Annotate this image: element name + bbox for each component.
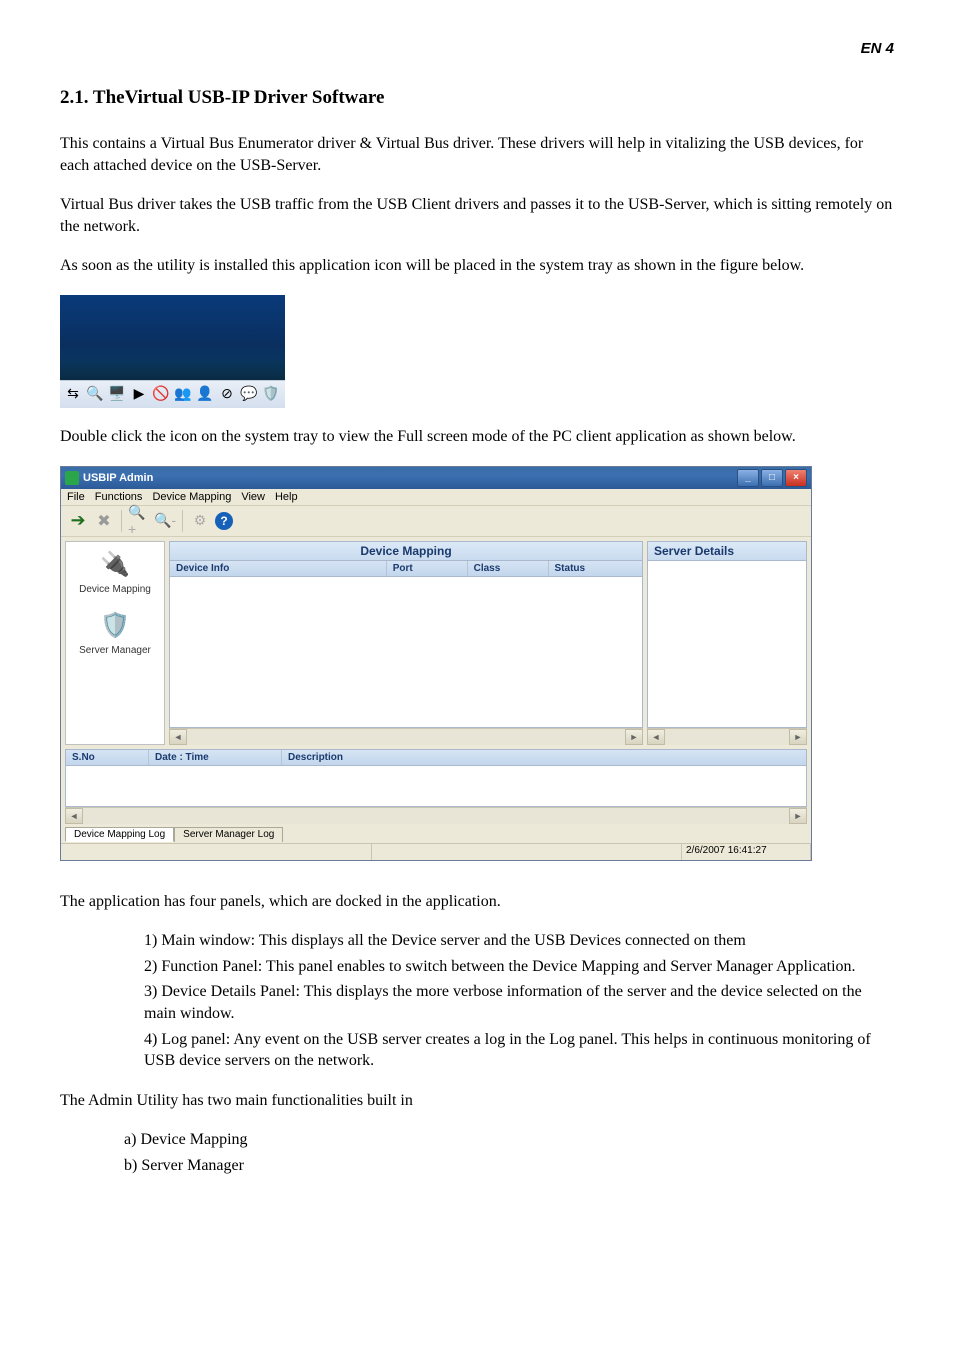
list-item: Log panel: Any event on the USB server c… <box>140 1029 894 1072</box>
status-timestamp: 2/6/2007 16:41:27 <box>682 844 811 860</box>
minimize-button[interactable]: _ <box>737 469 759 487</box>
col-header-device-info[interactable]: Device Info <box>170 561 387 576</box>
device-list <box>169 577 643 728</box>
menu-file[interactable]: File <box>67 491 85 503</box>
system-tray: ⇆ 🔍 🖥️ ▶ 🚫 👥 👤 ⊘ 💬 🛡️ <box>60 380 285 408</box>
list-item: Device Details Panel: This displays the … <box>140 981 894 1024</box>
statusbar: 2/6/2007 16:41:27 <box>61 843 811 860</box>
scroll-right-icon[interactable]: ► <box>625 729 643 745</box>
list-item: Server Manager <box>120 1155 894 1177</box>
app-window: USBIP Admin _ □ × File Functions Device … <box>60 466 812 861</box>
h-scrollbar[interactable]: ◄ ► <box>65 807 807 824</box>
log-headers: S.No Date : Time Description <box>65 749 807 766</box>
body-paragraph: This contains a Virtual Bus Enumerator d… <box>60 133 894 176</box>
list-item: Device Mapping <box>120 1129 894 1151</box>
tray-icon: 👤 <box>196 385 214 403</box>
tray-icon: 🚫 <box>152 385 170 403</box>
function-item-device-mapping[interactable]: 🔌 Device Mapping <box>68 548 162 595</box>
body-paragraph: Double click the icon on the system tray… <box>60 426 894 448</box>
tab-device-mapping-log[interactable]: Device Mapping Log <box>65 827 174 842</box>
tray-icon: 🔍 <box>86 385 104 403</box>
log-panel: S.No Date : Time Description ◄ ► Device … <box>65 749 807 841</box>
body-paragraph: The application has four panels, which a… <box>60 891 894 913</box>
body-paragraph: As soon as the utility is installed this… <box>60 255 894 277</box>
list-item: Main window: This displays all the Devic… <box>140 930 894 952</box>
body-paragraph: The Admin Utility has two main functiona… <box>60 1090 894 1112</box>
main-panel: Device Mapping Device Info Port Class St… <box>169 541 643 745</box>
tray-icon: ⇆ <box>64 385 82 403</box>
function-item-server-manager[interactable]: 🛡️ Server Manager <box>68 609 162 656</box>
app-icon <box>65 471 79 485</box>
toolbar-button[interactable]: 🔍+ <box>128 510 150 532</box>
list-item: Function Panel: This panel enables to sw… <box>140 956 894 978</box>
tray-icon: 🛡️ <box>262 385 280 403</box>
menu-help[interactable]: Help <box>275 491 298 503</box>
tray-icon: 👥 <box>174 385 192 403</box>
col-header-port[interactable]: Port <box>387 561 468 576</box>
menu-view[interactable]: View <box>241 491 265 503</box>
function-label: Device Mapping <box>68 584 162 595</box>
window-title: USBIP Admin <box>83 472 737 484</box>
scroll-left-icon[interactable]: ◄ <box>169 729 187 745</box>
disconnect-button[interactable]: ✖ <box>93 510 115 532</box>
col-header-status[interactable]: Status <box>549 561 642 576</box>
toolbar-button[interactable]: 🔍- <box>154 510 176 532</box>
panels-list: Main window: This displays all the Devic… <box>100 930 894 1072</box>
device-mapping-headers: Device Info Port Class Status <box>169 561 643 577</box>
body-paragraph: Virtual Bus driver takes the USB traffic… <box>60 194 894 237</box>
help-button[interactable]: ? <box>215 512 233 530</box>
scroll-right-icon[interactable]: ► <box>789 729 807 745</box>
menu-functions[interactable]: Functions <box>95 491 143 503</box>
tray-icon: ⊘ <box>218 385 236 403</box>
scroll-right-icon[interactable]: ► <box>789 808 807 824</box>
col-header-datetime[interactable]: Date : Time <box>149 750 282 765</box>
server-manager-icon: 🛡️ <box>96 609 134 643</box>
tab-server-manager-log[interactable]: Server Manager Log <box>174 827 283 842</box>
server-details-title: Server Details <box>647 541 807 561</box>
col-header-sno[interactable]: S.No <box>66 750 149 765</box>
page-number: EN 4 <box>60 40 894 57</box>
function-panel: 🔌 Device Mapping 🛡️ Server Manager <box>65 541 165 745</box>
function-label: Server Manager <box>68 645 162 656</box>
toolbar: ➔ ✖ 🔍+ 🔍- ⚙ ? <box>61 506 811 537</box>
menu-device-mapping[interactable]: Device Mapping <box>152 491 231 503</box>
log-tabs: Device Mapping Log Server Manager Log <box>65 826 807 841</box>
usbip-tray-icon: ▶ <box>130 385 148 403</box>
log-list <box>65 766 807 807</box>
functions-list: Device Mapping Server Manager <box>100 1129 894 1176</box>
systray-figure: ⇆ 🔍 🖥️ ▶ 🚫 👥 👤 ⊘ 💬 🛡️ <box>60 295 285 408</box>
tray-icon: 💬 <box>240 385 258 403</box>
server-details-body <box>647 561 807 728</box>
col-header-class[interactable]: Class <box>468 561 549 576</box>
desktop-wallpaper <box>60 295 285 380</box>
h-scrollbar[interactable]: ◄ ► <box>169 728 643 745</box>
col-header-description[interactable]: Description <box>282 750 806 765</box>
titlebar: USBIP Admin _ □ × <box>61 467 811 489</box>
close-button[interactable]: × <box>785 469 807 487</box>
connect-button[interactable]: ➔ <box>67 510 89 532</box>
toolbar-button[interactable]: ⚙ <box>189 510 211 532</box>
status-cell <box>61 844 372 860</box>
section-heading: 2.1. TheVirtual USB-IP Driver Software <box>60 87 894 109</box>
h-scrollbar[interactable]: ◄ ► <box>647 728 807 745</box>
tray-icon: 🖥️ <box>108 385 126 403</box>
scroll-left-icon[interactable]: ◄ <box>65 808 83 824</box>
status-cell <box>372 844 683 860</box>
maximize-button[interactable]: □ <box>761 469 783 487</box>
menubar: File Functions Device Mapping View Help <box>61 489 811 506</box>
scroll-left-icon[interactable]: ◄ <box>647 729 665 745</box>
device-mapping-title: Device Mapping <box>169 541 643 561</box>
device-mapping-icon: 🔌 <box>96 548 134 582</box>
server-details-panel: Server Details ◄ ► <box>647 541 807 745</box>
